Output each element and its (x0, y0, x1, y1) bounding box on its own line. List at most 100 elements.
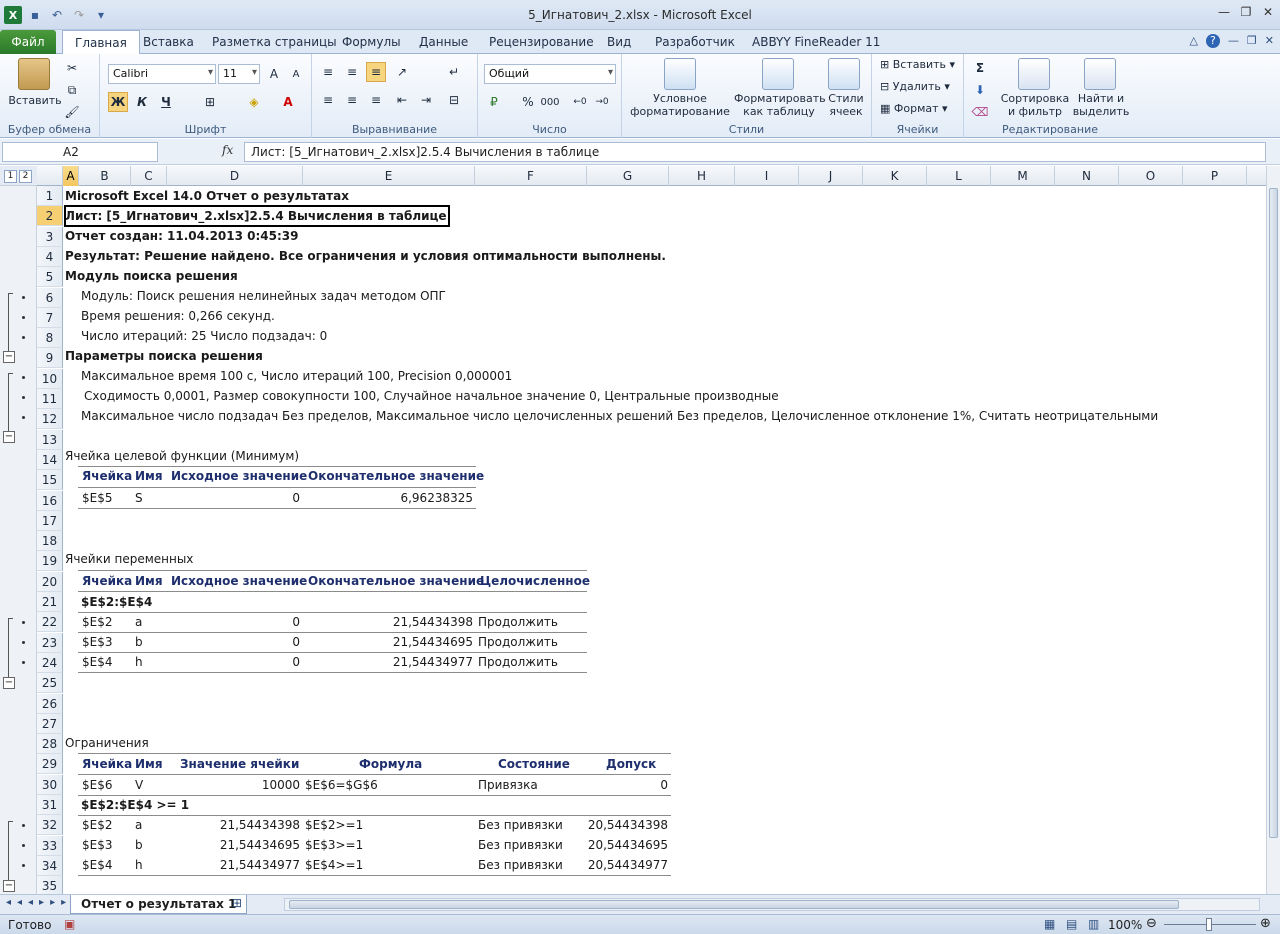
column-header[interactable]: H (669, 166, 735, 186)
grow-font-icon[interactable]: A (264, 64, 284, 84)
row-header[interactable]: 1 (37, 186, 63, 206)
row-header[interactable]: 17 (37, 510, 63, 531)
column-header[interactable]: C (131, 166, 167, 186)
autosum-icon[interactable]: Σ (970, 58, 990, 78)
page-break-view-icon[interactable]: ▥ (1088, 917, 1099, 931)
font-name-combo[interactable]: Calibri (108, 64, 216, 84)
row-header[interactable]: 16 (37, 490, 63, 511)
align-bottom-icon[interactable]: ≡ (366, 62, 386, 82)
ribbon-collapse-icon[interactable]: △ (1189, 34, 1197, 48)
sheet-nav-icons[interactable]: ◂◂◂▸▸▸ (6, 897, 72, 908)
column-header[interactable]: G (587, 166, 669, 186)
row-header[interactable]: 13 (37, 429, 63, 450)
font-size-combo[interactable]: 11 (218, 64, 260, 84)
tab-abbyy[interactable]: ABBYY FineReader 11 (752, 30, 880, 54)
row-header[interactable]: 22 (37, 612, 63, 633)
column-header[interactable]: O (1119, 166, 1183, 186)
row-header[interactable]: 33 (37, 835, 63, 856)
conditional-format-button[interactable]: Условное форматирование (626, 92, 734, 118)
vertical-scrollbar[interactable] (1266, 166, 1280, 894)
align-center-icon[interactable]: ≡ (342, 90, 362, 110)
bold-button[interactable]: Ж (108, 92, 128, 112)
sort-filter-icon[interactable] (1018, 58, 1050, 90)
row-header[interactable]: 9 (37, 348, 63, 369)
tab-review[interactable]: Рецензирование (489, 30, 594, 54)
row-header[interactable]: 25 (37, 673, 63, 694)
collapse-group-button[interactable]: − (3, 431, 15, 443)
fill-icon[interactable]: ⬇ (970, 80, 990, 100)
row-header[interactable]: 10 (37, 368, 63, 389)
align-right-icon[interactable]: ≡ (366, 90, 386, 110)
insert-function-button[interactable]: fx (222, 143, 233, 157)
tab-developer[interactable]: Разработчик (655, 30, 735, 54)
row-header[interactable]: 4 (37, 246, 63, 267)
collapse-group-button[interactable]: − (3, 351, 15, 363)
row-header[interactable]: 21 (37, 592, 63, 612)
format-as-table-button[interactable]: Форматировать как таблицу (734, 92, 826, 118)
underline-button[interactable]: Ч (156, 92, 176, 112)
row-header[interactable]: 18 (37, 531, 63, 552)
row-header[interactable]: 12 (37, 409, 63, 430)
paste-icon[interactable] (18, 58, 50, 90)
column-header[interactable]: I (735, 166, 799, 186)
delete-cells-button[interactable]: ⊟ Удалить ▾ (880, 80, 950, 93)
row-header[interactable]: 34 (37, 855, 63, 876)
row-header[interactable]: 29 (37, 754, 63, 775)
row-header[interactable]: 6 (37, 287, 63, 308)
column-header[interactable]: B (79, 166, 131, 186)
zoom-level[interactable]: 100% (1108, 918, 1142, 932)
shrink-font-icon[interactable]: A (286, 64, 306, 84)
fill-color-icon[interactable]: ◈ (244, 92, 264, 112)
orientation-icon[interactable]: ↗ (392, 62, 412, 82)
row-header[interactable]: 5 (37, 267, 63, 288)
row-header[interactable]: 2 (37, 206, 63, 227)
row-header[interactable]: 30 (37, 774, 63, 795)
column-header[interactable]: J (799, 166, 863, 186)
macro-record-icon[interactable]: ▣ (64, 917, 75, 931)
wb-restore-icon[interactable]: ❐ (1247, 34, 1257, 48)
decrease-decimal-icon[interactable]: →0 (592, 92, 612, 112)
row-header[interactable]: 14 (37, 449, 63, 470)
format-cells-button[interactable]: ▦ Формат ▾ (880, 102, 948, 115)
paste-button[interactable]: Вставить (6, 94, 64, 107)
number-format-combo[interactable]: Общий (484, 64, 616, 84)
page-layout-view-icon[interactable]: ▤ (1066, 917, 1077, 931)
tab-home[interactable]: Главная (62, 30, 140, 55)
insert-cells-button[interactable]: ⊞ Вставить ▾ (880, 58, 955, 71)
format-as-table-icon[interactable] (762, 58, 794, 90)
row-header[interactable]: 23 (37, 632, 63, 653)
cut-icon[interactable]: ✂ (62, 58, 82, 78)
column-header[interactable]: F (475, 166, 587, 186)
find-select-button[interactable]: Найти и выделить (1072, 92, 1130, 118)
row-header[interactable]: 24 (37, 652, 63, 673)
increase-indent-icon[interactable]: ⇥ (416, 90, 436, 110)
column-header[interactable]: P (1183, 166, 1247, 186)
sort-filter-button[interactable]: Сортировка и фильтр (1000, 92, 1070, 118)
collapse-group-button[interactable]: − (3, 677, 15, 689)
clear-icon[interactable]: ⌫ (970, 102, 990, 122)
minimize-icon[interactable]: — (1216, 4, 1232, 20)
italic-button[interactable]: К (132, 92, 152, 112)
align-left-icon[interactable]: ≡ (318, 90, 338, 110)
formula-input[interactable]: Лист: [5_Игнатович_2.xlsx]2.5.4 Вычислен… (244, 142, 1266, 162)
row-header[interactable]: 15 (37, 470, 63, 491)
row-header[interactable]: 19 (37, 551, 63, 572)
normal-view-icon[interactable]: ▦ (1044, 917, 1055, 931)
find-select-icon[interactable] (1084, 58, 1116, 90)
row-header[interactable]: 26 (37, 693, 63, 714)
borders-icon[interactable]: ⊞ (200, 92, 220, 112)
zoom-out-icon[interactable]: ⊖ (1146, 916, 1157, 931)
row-header[interactable]: 11 (37, 389, 63, 409)
column-header[interactable]: K (863, 166, 927, 186)
merge-center-icon[interactable]: ⊟ (444, 90, 464, 110)
tab-formulas[interactable]: Формулы (342, 30, 401, 54)
row-header[interactable]: 7 (37, 307, 63, 328)
percent-button[interactable]: % (518, 92, 538, 112)
row-header[interactable]: 27 (37, 713, 63, 734)
row-header[interactable]: 28 (37, 734, 63, 755)
wb-minimize-icon[interactable]: — (1228, 34, 1239, 48)
increase-decimal-icon[interactable]: ←0 (570, 92, 590, 112)
tab-view[interactable]: Вид (607, 30, 631, 54)
collapse-group-button[interactable]: − (3, 880, 15, 892)
align-top-icon[interactable]: ≡ (318, 62, 338, 82)
